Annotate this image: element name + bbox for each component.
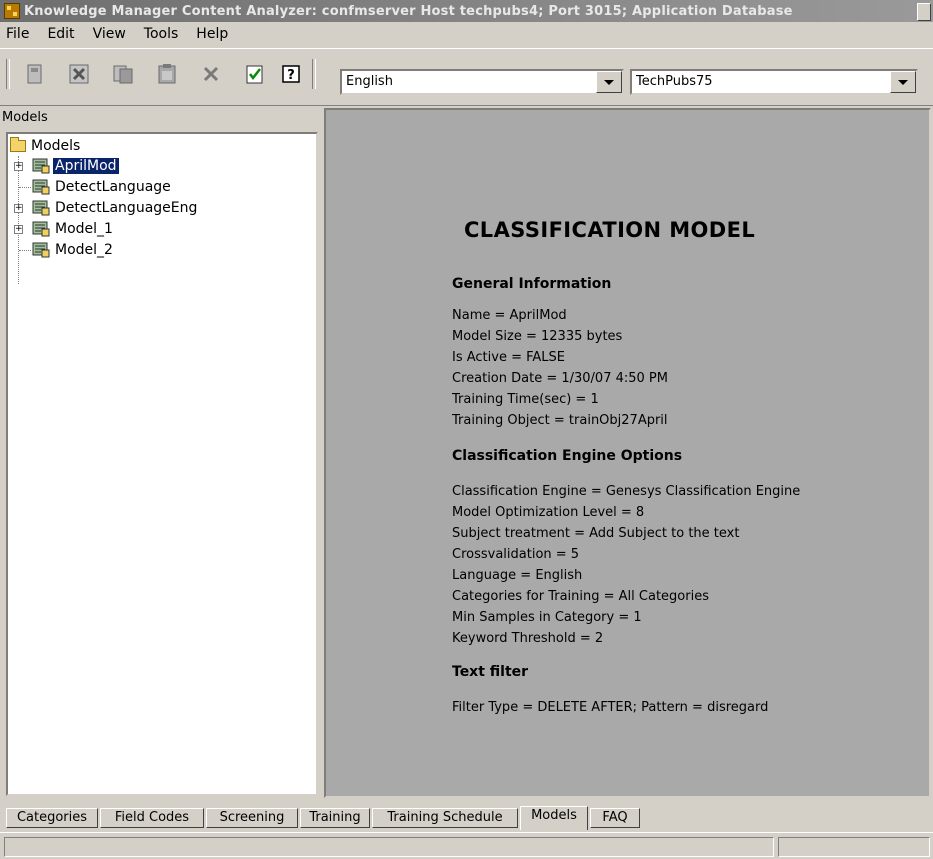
paste-icon <box>158 64 176 84</box>
detail-line: Classification Engine = Genesys Classifi… <box>452 484 801 499</box>
check-icon <box>246 65 263 84</box>
detail-line: Filter Type = DELETE AFTER; Pattern = di… <box>452 700 769 715</box>
detail-line: Crossvalidation = 5 <box>452 547 580 562</box>
database-select[interactable]: TechPubs75 <box>630 69 918 95</box>
tree-item-model-2[interactable]: Model_2 <box>32 240 115 260</box>
expand-icon[interactable]: + <box>14 204 23 213</box>
delete-icon <box>203 66 219 82</box>
tree-item-label: Model_2 <box>55 242 113 258</box>
menu-view[interactable]: View <box>83 26 134 42</box>
detail-line: Model Optimization Level = 8 <box>452 505 645 520</box>
tab-models[interactable]: Models <box>520 806 588 830</box>
tree-item-label: AprilMod <box>53 158 119 174</box>
detail-line: Training Time(sec) = 1 <box>452 392 599 407</box>
tree-item-label: DetectLanguageEng <box>55 200 198 216</box>
model-icon <box>32 242 50 258</box>
paste-button[interactable] <box>152 61 182 87</box>
tree-item-detectlanguage[interactable]: DetectLanguage <box>32 177 173 197</box>
language-dropdown-arrow-icon[interactable] <box>596 71 622 93</box>
help-button[interactable]: ? <box>276 61 306 87</box>
tree-item-label: Model_1 <box>55 221 113 237</box>
expand-icon[interactable]: + <box>14 162 23 171</box>
tree-item-detectlanguageeng[interactable]: DetectLanguageEng <box>32 198 199 218</box>
model-icon <box>32 221 50 237</box>
app-icon[interactable] <box>4 3 20 19</box>
section-heading: General Information <box>452 276 612 292</box>
menu-file[interactable]: File <box>0 26 37 42</box>
model-icon <box>32 179 50 195</box>
detail-line: Categories for Training = All Categories <box>452 589 709 604</box>
menu-help[interactable]: Help <box>186 26 236 42</box>
tree-item-label: DetectLanguage <box>55 179 171 195</box>
toolbar-separator <box>312 59 316 89</box>
detail-line: Keyword Threshold = 2 <box>452 631 604 646</box>
tab-training-schedule[interactable]: Training Schedule <box>372 808 518 828</box>
detail-line: Model Size = 12335 bytes <box>452 329 623 344</box>
detail-title: CLASSIFICATION MODEL <box>464 218 756 242</box>
tab-bar: Categories Field Codes Screening Trainin… <box>0 806 933 830</box>
detail-line: Training Object = trainObj27April <box>452 413 668 428</box>
menu-edit[interactable]: Edit <box>37 26 82 42</box>
language-select-value: English <box>346 74 393 89</box>
tree-root[interactable]: Models <box>10 136 82 156</box>
model-detail-view: CLASSIFICATION MODEL General Information… <box>324 108 931 798</box>
toolbar-grip <box>6 59 10 89</box>
tree-item-model-1[interactable]: Model_1 <box>32 219 115 239</box>
database-select-value: TechPubs75 <box>636 74 713 89</box>
tab-screening[interactable]: Screening <box>206 808 298 828</box>
folder-icon <box>10 137 26 152</box>
detail-line: Min Samples in Category = 1 <box>452 610 642 625</box>
section-heading: Text filter <box>452 664 529 680</box>
new-button[interactable] <box>20 61 50 87</box>
tab-field-codes[interactable]: Field Codes <box>100 808 204 828</box>
model-tree[interactable]: Models + AprilMod DetectLanguage + Detec… <box>6 132 318 796</box>
tree-item-aprilmod[interactable]: AprilMod <box>32 156 119 176</box>
tab-training[interactable]: Training <box>300 808 370 828</box>
svg-text:?: ? <box>287 68 295 83</box>
status-text <box>4 837 774 857</box>
tree-connector <box>19 187 31 188</box>
delete-button[interactable] <box>196 61 226 87</box>
tree-connector <box>18 156 19 284</box>
model-icon <box>32 158 50 174</box>
database-dropdown-arrow-icon[interactable] <box>890 71 916 93</box>
menu-tools[interactable]: Tools <box>134 26 187 42</box>
status-bar <box>0 832 933 859</box>
window-title: Knowledge Manager Content Analyzer: conf… <box>24 3 793 19</box>
tab-categories[interactable]: Categories <box>6 808 98 828</box>
menu-bar: File Edit View Tools Help <box>0 22 933 46</box>
detail-line: Creation Date = 1/30/07 4:50 PM <box>452 371 668 386</box>
copy-button[interactable] <box>108 61 138 87</box>
help-icon: ? <box>282 65 300 83</box>
detail-line: Is Active = FALSE <box>452 350 565 365</box>
title-bar[interactable]: Knowledge Manager Content Analyzer: conf… <box>0 0 933 22</box>
section-heading: Classification Engine Options <box>452 448 683 464</box>
model-icon <box>32 200 50 216</box>
detail-line: Subject treatment = Add Subject to the t… <box>452 526 740 541</box>
toolbar: ? English TechPubs75 <box>0 48 933 106</box>
check-button[interactable] <box>240 61 270 87</box>
detail-line: Language = English <box>452 568 583 583</box>
new-icon <box>27 64 42 84</box>
tree-root-label: Models <box>31 138 81 154</box>
models-panel: Models Models + AprilMod DetectLanguage … <box>0 108 318 798</box>
detail-line: Name = AprilMod <box>452 308 567 323</box>
minimize-button[interactable] <box>917 3 931 21</box>
cut-button[interactable] <box>64 61 94 87</box>
copy-icon <box>113 65 133 84</box>
status-pane <box>778 837 930 857</box>
tree-connector <box>19 250 31 251</box>
cut-icon <box>69 64 89 84</box>
expand-icon[interactable]: + <box>14 225 23 234</box>
models-panel-header: Models <box>2 110 48 125</box>
language-select[interactable]: English <box>340 69 624 95</box>
tab-faq[interactable]: FAQ <box>590 808 640 828</box>
